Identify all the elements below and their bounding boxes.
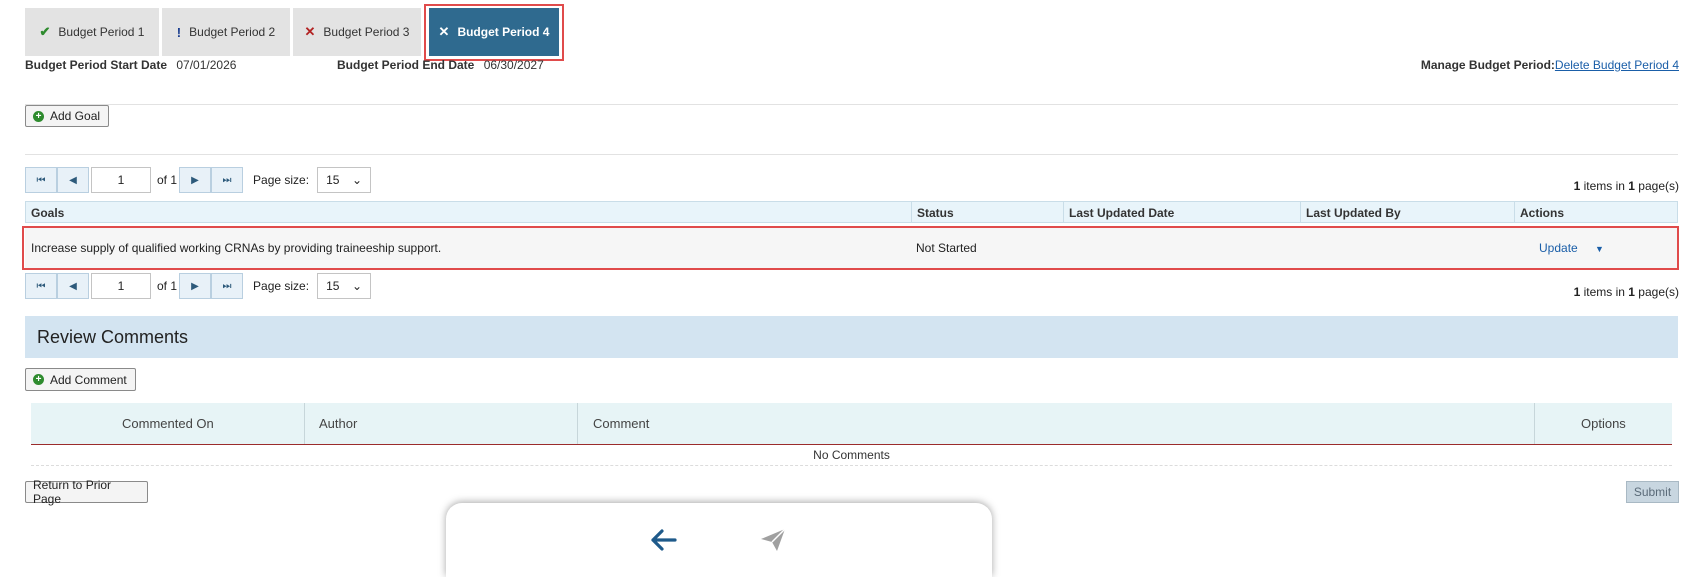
x-icon: ✕ <box>304 24 316 39</box>
divider <box>31 465 1672 466</box>
next-page-icon[interactable]: ▶ <box>179 167 212 193</box>
next-page-icon[interactable]: ▶ <box>179 273 212 299</box>
column-options: Options <box>1581 416 1626 431</box>
items-mid: items in <box>1580 179 1629 193</box>
add-goal-button[interactable]: + Add Goal <box>25 105 109 127</box>
add-comment-label: Add Comment <box>50 372 127 387</box>
end-date-value: 06/30/2027 <box>483 58 544 72</box>
column-divider <box>1534 403 1535 444</box>
page-size-value: 15 <box>326 173 340 187</box>
return-label: Return to Prior Page <box>33 478 112 506</box>
tab-label: Budget Period 3 <box>323 25 410 39</box>
start-date-label: Budget Period Start Date <box>25 58 168 72</box>
pages-suffix: page(s) <box>1634 179 1679 193</box>
first-page-icon[interactable]: ⏮ <box>25 167 57 193</box>
column-divider <box>1514 202 1515 222</box>
column-comment: Comment <box>593 416 650 431</box>
goals-pager-top: ⏮ ◀ 1 of 1 ▶ ⏭ Page size: 15 ⌄ <box>25 166 372 194</box>
pages-number: 1 <box>1628 285 1635 299</box>
send-icon[interactable] <box>759 527 787 553</box>
page-number-input[interactable]: 1 <box>91 167 151 193</box>
pages-number: 1 <box>1628 179 1635 193</box>
row-highlight <box>22 226 1679 270</box>
divider <box>25 104 1678 105</box>
no-comments-text: No Comments <box>813 448 890 462</box>
items-count: 1 items in 1 page(s) <box>1574 179 1679 193</box>
page-of-label: of 1 <box>157 173 178 187</box>
page-number-input[interactable]: 1 <box>91 273 151 299</box>
chevron-down-icon: ⌄ <box>352 279 363 293</box>
goals-grid-header: Goals Status Last Updated Date Last Upda… <box>25 201 1678 223</box>
column-last-updated-by[interactable]: Last Updated By <box>1306 206 1401 220</box>
page-size-select[interactable]: 15 ⌄ <box>317 273 372 299</box>
prev-page-icon[interactable]: ◀ <box>57 167 89 193</box>
delete-budget-period-link[interactable]: Delete Budget Period 4 <box>1555 58 1679 72</box>
tab-budget-period-2[interactable]: ! Budget Period 2 <box>162 8 290 56</box>
column-divider <box>911 202 912 222</box>
add-comment-button[interactable]: + Add Comment <box>25 368 136 391</box>
divider <box>25 154 1678 155</box>
tab-label: Budget Period 2 <box>189 25 276 39</box>
last-page-icon[interactable]: ⏭ <box>211 167 244 193</box>
tab-budget-period-1[interactable]: ✔ Budget Period 1 <box>25 8 159 56</box>
prev-page-icon[interactable]: ◀ <box>57 273 89 299</box>
goals-pager-bottom: ⏮ ◀ 1 of 1 ▶ ⏭ Page size: 15 ⌄ <box>25 272 372 300</box>
manage-budget-period: Manage Budget Period:Delete Budget Perio… <box>1421 58 1679 72</box>
column-author: Author <box>319 416 358 431</box>
column-status[interactable]: Status <box>917 206 954 220</box>
column-actions: Actions <box>1520 206 1565 220</box>
items-count: 1 items in 1 page(s) <box>1574 285 1679 299</box>
tab-budget-period-3[interactable]: ✕ Budget Period 3 <box>293 8 421 56</box>
manage-label: Manage Budget Period: <box>1420 58 1555 72</box>
submit-label: Submit <box>1633 485 1672 499</box>
back-arrow-icon[interactable] <box>651 529 677 551</box>
column-last-updated-date[interactable]: Last Updated Date <box>1069 206 1174 220</box>
tab-label: Budget Period 1 <box>58 25 145 39</box>
first-page-icon[interactable]: ⏮ <box>25 273 57 299</box>
plus-icon: + <box>33 110 44 122</box>
page-size-value: 15 <box>326 279 340 293</box>
page-of-label: of 1 <box>157 279 178 293</box>
add-goal-label: Add Goal <box>50 109 101 123</box>
exclamation-icon: ! <box>176 24 182 40</box>
end-date-label: Budget Period End Date <box>337 58 475 72</box>
page-size-select[interactable]: 15 ⌄ <box>317 167 372 193</box>
chevron-down-icon: ⌄ <box>352 173 363 187</box>
review-comments-title: Review Comments <box>37 326 189 347</box>
start-date-value: 07/01/2026 <box>176 58 237 72</box>
check-icon: ✔ <box>39 24 51 39</box>
period-end: Budget Period End Date 06/30/2027 <box>337 58 544 72</box>
page-size-label: Page size: <box>253 173 310 187</box>
floating-action-bar <box>446 503 992 577</box>
last-page-icon[interactable]: ⏭ <box>211 273 244 299</box>
column-goals[interactable]: Goals <box>31 206 64 220</box>
column-divider <box>577 403 578 444</box>
column-divider <box>1063 202 1064 222</box>
plus-icon: + <box>33 374 44 385</box>
pages-suffix: page(s) <box>1634 285 1679 299</box>
items-mid: items in <box>1580 285 1629 299</box>
period-start: Budget Period Start Date 07/01/2026 <box>25 58 236 72</box>
comments-grid-header: Commented On Author Comment Options <box>31 403 1672 445</box>
column-divider <box>304 403 305 444</box>
return-to-prior-page-button[interactable]: Return to Prior Page <box>25 478 148 506</box>
submit-button[interactable]: Submit <box>1626 481 1679 503</box>
page-size-label: Page size: <box>253 279 310 293</box>
column-commented-on: Commented On <box>122 416 214 431</box>
active-tab-highlight <box>424 4 564 61</box>
review-comments-header: Review Comments <box>25 316 1678 358</box>
column-divider <box>1300 202 1301 222</box>
